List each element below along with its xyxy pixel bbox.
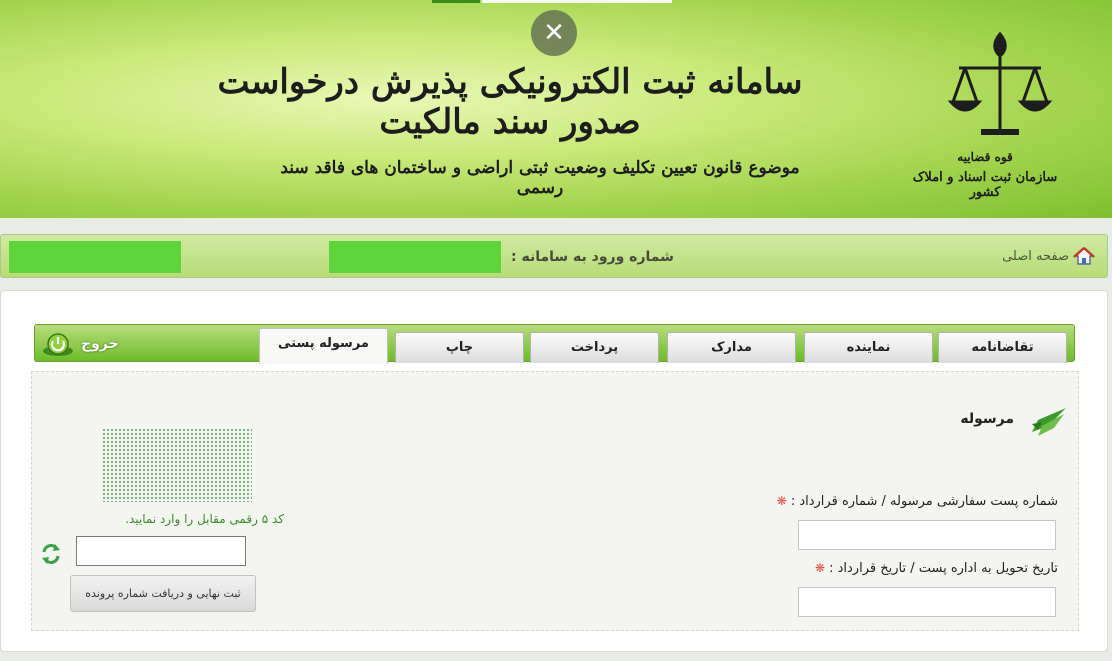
delivery-date-input[interactable] bbox=[798, 587, 1056, 617]
section-title: مرسوله bbox=[960, 411, 1014, 427]
tab-representative[interactable]: نماینده bbox=[804, 332, 933, 363]
login-number-value-redacted bbox=[329, 241, 501, 273]
banner-decoration bbox=[432, 0, 480, 3]
required-mark: ❋ bbox=[776, 494, 787, 508]
tab-payment[interactable]: پرداخت bbox=[530, 332, 659, 363]
tracking-number-input[interactable] bbox=[798, 520, 1056, 550]
power-icon bbox=[43, 333, 73, 356]
tab-print[interactable]: چاپ bbox=[395, 332, 524, 363]
captcha-image bbox=[102, 428, 252, 502]
home-icon bbox=[1073, 247, 1095, 265]
captcha-hint: کد ۵ رقمی مقابل را وارد نمایید. bbox=[125, 512, 284, 526]
info-bar: صفحه اصلی شماره ورود به سامانه : bbox=[0, 234, 1108, 278]
tab-bar: تقاضانامه نماینده مدارک پرداخت چاپ مرسول… bbox=[34, 324, 1075, 364]
delivery-date-label: تاریخ تحویل به اداره پست / تاریخ قرارداد… bbox=[815, 561, 1058, 576]
main-panel: تقاضانامه نماینده مدارک پرداخت چاپ مرسول… bbox=[0, 290, 1108, 652]
header-banner: ✕ سامانه ثبت الکترونیکی پذیرش درخواست صد… bbox=[0, 0, 1112, 218]
captcha-input[interactable] bbox=[76, 536, 246, 566]
shipment-form: مرسوله شماره پست سفارشی مرسوله / شماره ق… bbox=[31, 371, 1079, 631]
user-info-redacted bbox=[9, 241, 181, 273]
final-submit-button[interactable]: ثبت نهایی و دریافت شماره پرونده bbox=[70, 575, 256, 612]
tab-application[interactable]: تقاضانامه bbox=[938, 332, 1067, 363]
home-link-label: صفحه اصلی bbox=[1002, 248, 1069, 264]
organization-name: سازمان ثبت اسناد و املاک کشور bbox=[912, 170, 1058, 200]
judiciary-emblem-icon bbox=[947, 31, 1053, 135]
tab-documents[interactable]: مدارک bbox=[667, 332, 796, 363]
emblem-caption: قوه قضاییه bbox=[957, 150, 1013, 164]
login-number-label: شماره ورود به سامانه : bbox=[511, 249, 674, 265]
logout-label: خروج bbox=[81, 336, 119, 352]
required-mark: ❋ bbox=[815, 561, 826, 575]
close-icon[interactable]: ✕ bbox=[531, 10, 577, 56]
banner-decoration bbox=[482, 0, 672, 3]
home-link[interactable]: صفحه اصلی bbox=[1002, 246, 1095, 266]
tracking-number-label: شماره پست سفارشی مرسوله / شماره قرارداد … bbox=[776, 494, 1058, 509]
tab-postal-shipment[interactable]: مرسوله پستی bbox=[259, 328, 388, 364]
logout-button[interactable]: خروج bbox=[41, 331, 119, 357]
system-subtitle: موضوع قانون تعیین تکلیف وضعیت ثبتی اراضی… bbox=[280, 158, 800, 198]
post-bird-icon bbox=[1032, 408, 1066, 436]
system-title: سامانه ثبت الکترونیکی پذیرش درخواست صدور… bbox=[217, 62, 803, 142]
refresh-icon[interactable] bbox=[40, 543, 62, 565]
